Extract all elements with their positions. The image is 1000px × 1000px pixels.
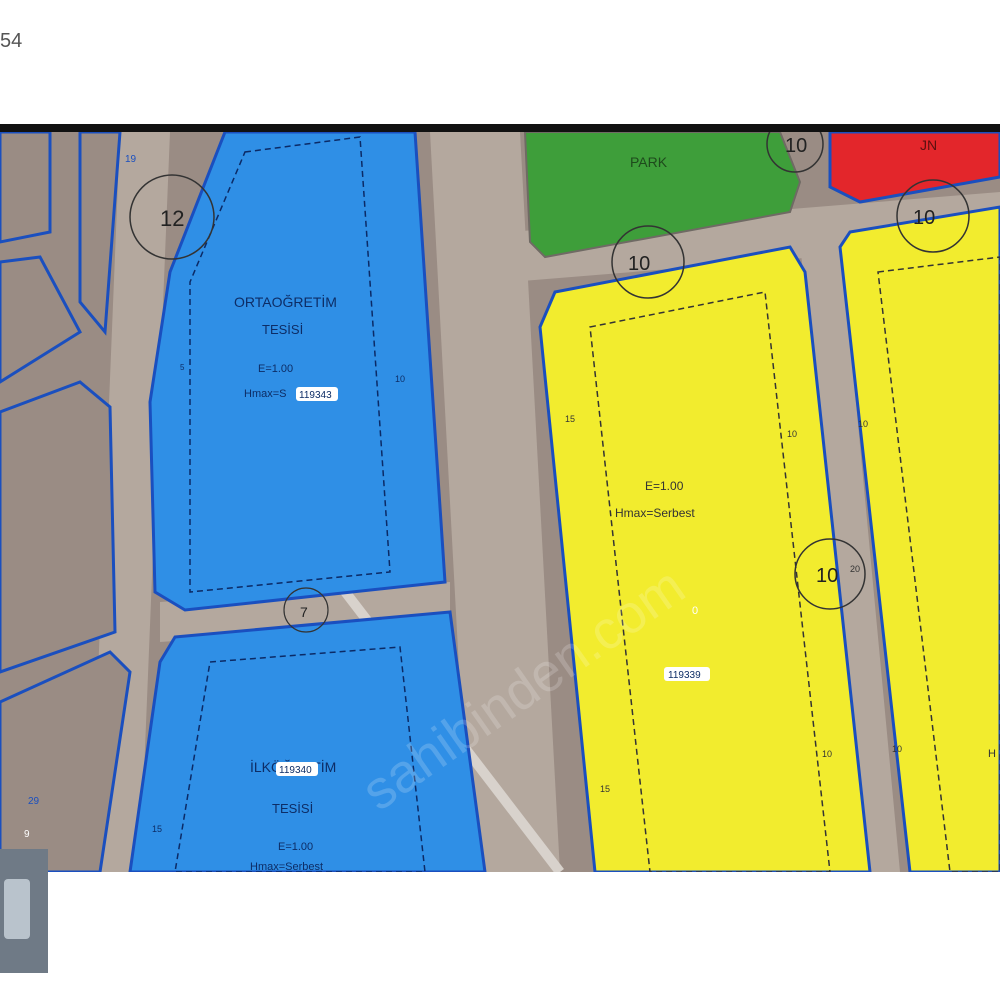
residential-parcel-id: 119339 xyxy=(668,670,701,681)
secondary-school-setback-label: 10 xyxy=(395,374,405,384)
residential-hmax: Hmax=Serbest xyxy=(615,506,695,520)
primary-school-setback-label: 15 xyxy=(152,824,162,834)
residential-setback-bottom-right: 10 xyxy=(822,749,832,759)
zoning-map[interactable]: 12 10 10 10 10 7 ORTAOĞRETİM TESİSİ E=1.… xyxy=(0,124,1000,872)
primary-school-parcel-id: 119340 xyxy=(279,765,312,776)
road-width-10-middle-label: 10 xyxy=(628,253,650,275)
secondary-school-parcel-id: 119343 xyxy=(299,390,332,401)
road-width-12-label: 12 xyxy=(160,206,184,231)
secondary-school-setback-5: 5 xyxy=(180,363,185,372)
residential-setback-bottom: 15 xyxy=(600,784,610,794)
residential-emsal: E=1.00 xyxy=(645,479,684,493)
residential-right-setback-bottom: 10 xyxy=(892,744,902,754)
label-29: 29 xyxy=(28,796,40,807)
road-width-10-right-label: 10 xyxy=(913,207,935,229)
residential-right-edge-text: H xyxy=(988,748,996,760)
primary-school-subtitle: TESİSİ xyxy=(272,801,313,816)
label-19: 19 xyxy=(125,154,137,165)
thumbnail-image xyxy=(4,879,30,939)
residential-right-setback-label: 10 xyxy=(858,419,868,429)
secondary-school-name: ORTAOĞRETİM xyxy=(234,293,337,310)
road-width-10-vertical-label: 10 xyxy=(816,565,838,587)
page-counter: 54 xyxy=(0,30,23,52)
secondary-school-emsal: E=1.00 xyxy=(258,363,293,375)
residential-setback-right: 10 xyxy=(787,429,797,439)
red-zone-name: JN xyxy=(920,137,937,153)
road-width-10-top-label: 10 xyxy=(785,135,807,157)
plot-west-1 xyxy=(0,132,52,244)
label-9: 9 xyxy=(24,829,30,840)
plot-west-3 xyxy=(0,380,117,674)
label-20: 20 xyxy=(850,564,860,574)
secondary-school-subtitle: TESİSİ xyxy=(262,322,303,337)
residential-setback-left: 15 xyxy=(565,414,575,424)
thumbnail-preview[interactable] xyxy=(0,849,48,973)
road-width-7-label: 7 xyxy=(300,604,308,620)
primary-school-emsal: E=1.00 xyxy=(278,841,313,853)
zoning-map-canvas: 12 10 10 10 10 7 ORTAOĞRETİM TESİSİ E=1.… xyxy=(0,132,1000,872)
secondary-school-hmax: Hmax=S xyxy=(244,388,287,400)
park-name: PARK xyxy=(630,154,668,170)
primary-school-hmax: Hmax=Serbest xyxy=(250,861,323,872)
